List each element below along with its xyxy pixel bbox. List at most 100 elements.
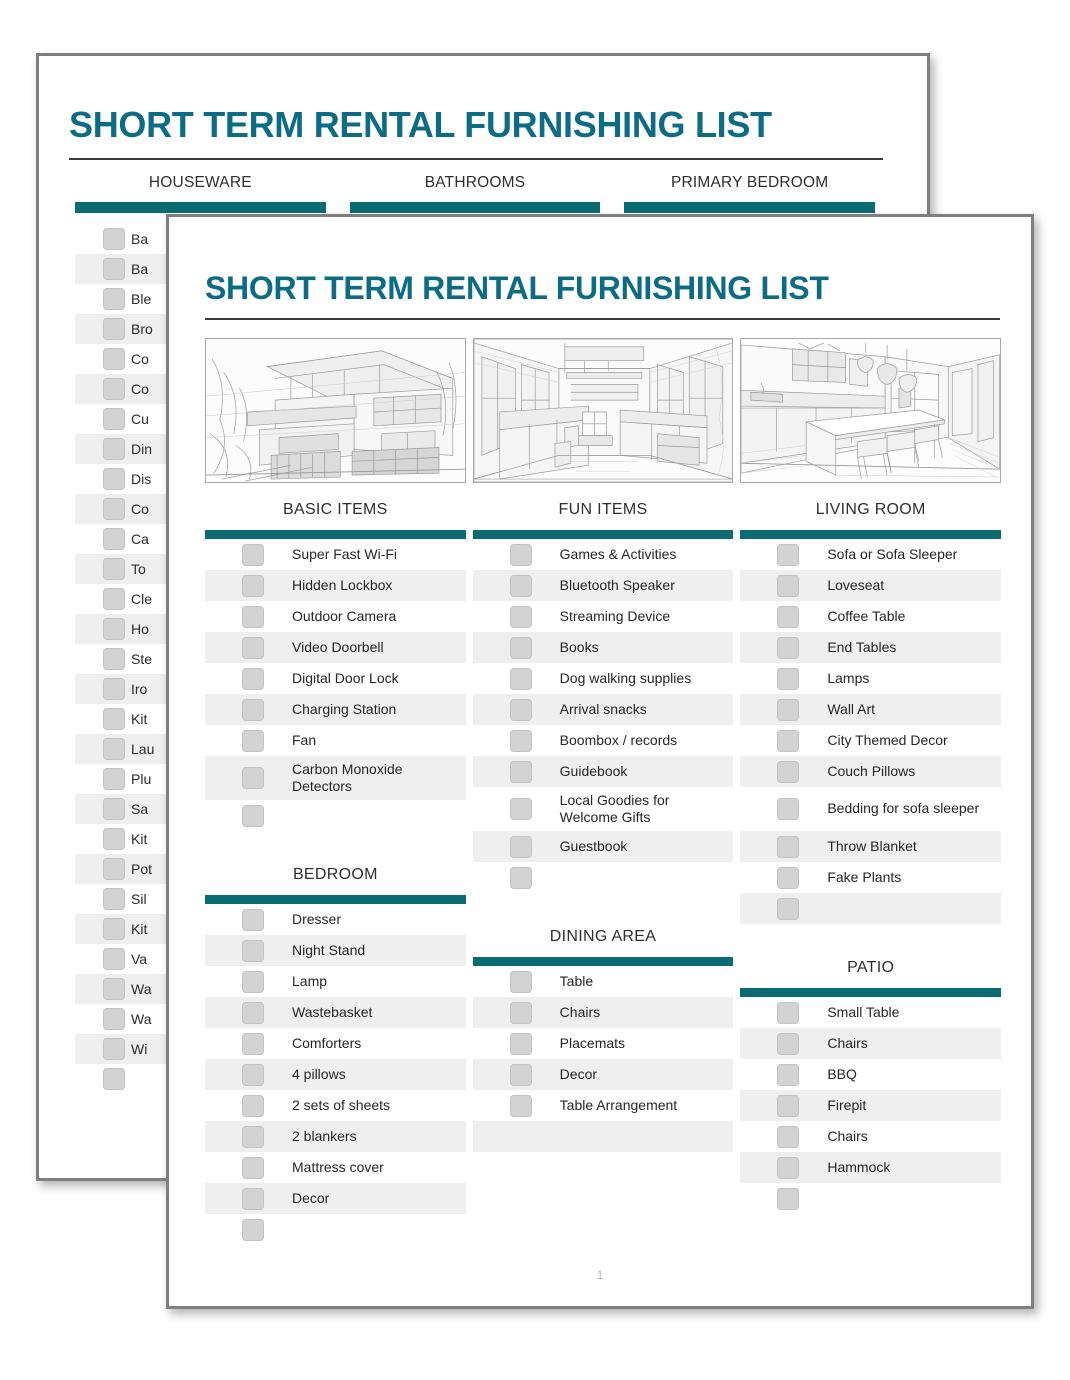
- checklist-row[interactable]: 2 blankers: [205, 1121, 466, 1152]
- checklist-row[interactable]: BBQ: [740, 1059, 1001, 1090]
- checkbox[interactable]: [103, 618, 125, 640]
- checkbox[interactable]: [242, 1218, 264, 1241]
- checklist-row[interactable]: 2 sets of sheets: [205, 1090, 466, 1121]
- checklist-row[interactable]: Chairs: [740, 1121, 1001, 1152]
- checkbox[interactable]: [509, 605, 532, 628]
- checklist-row[interactable]: Guestbook: [472, 831, 734, 862]
- checklist-row[interactable]: Night Stand: [205, 935, 466, 966]
- checklist-row[interactable]: Boombox / records: [473, 725, 734, 756]
- checklist-row[interactable]: End Tables: [740, 632, 1002, 663]
- checkbox[interactable]: [777, 605, 800, 628]
- checkbox[interactable]: [103, 408, 125, 430]
- checkbox[interactable]: [777, 760, 800, 783]
- checklist-row[interactable]: Chairs: [472, 997, 734, 1028]
- checkbox[interactable]: [242, 574, 264, 597]
- checkbox[interactable]: [103, 678, 125, 700]
- checkbox[interactable]: [103, 1068, 125, 1090]
- checkbox[interactable]: [103, 318, 125, 340]
- checkbox[interactable]: [242, 729, 264, 752]
- checkbox[interactable]: [242, 1187, 264, 1210]
- checkbox[interactable]: [509, 698, 532, 721]
- checkbox[interactable]: [777, 1187, 800, 1210]
- checkbox[interactable]: [242, 804, 264, 827]
- checklist-row[interactable]: Small Table: [740, 997, 1001, 1028]
- checkbox[interactable]: [509, 667, 532, 690]
- checkbox[interactable]: [777, 1032, 800, 1055]
- checklist-row[interactable]: Hidden Lockbox: [205, 570, 466, 601]
- checklist-row[interactable]: Streaming Device: [473, 601, 734, 632]
- checkbox[interactable]: [103, 348, 125, 370]
- checkbox[interactable]: [777, 698, 800, 721]
- checklist-row[interactable]: Games & Activities: [473, 539, 734, 570]
- checkbox[interactable]: [242, 1094, 264, 1117]
- checkbox[interactable]: [242, 908, 264, 931]
- checkbox[interactable]: [103, 768, 125, 790]
- checklist-row[interactable]: 4 pillows: [205, 1059, 466, 1090]
- checkbox[interactable]: [509, 835, 532, 858]
- checklist-row[interactable]: Coffee Table: [740, 601, 1001, 632]
- checkbox[interactable]: [242, 970, 264, 993]
- checklist-row[interactable]: Dog walking supplies: [473, 663, 734, 694]
- checklist-row[interactable]: [205, 1214, 466, 1245]
- checkbox[interactable]: [777, 897, 800, 920]
- checkbox[interactable]: [103, 738, 125, 760]
- checkbox[interactable]: [509, 1094, 532, 1117]
- checkbox[interactable]: [103, 558, 125, 580]
- checkbox[interactable]: [242, 698, 264, 721]
- checkbox[interactable]: [103, 1008, 125, 1030]
- checklist-row[interactable]: Wall Art: [740, 694, 1002, 725]
- checkbox[interactable]: [242, 1156, 264, 1179]
- checklist-row[interactable]: Dresser: [205, 904, 466, 935]
- checkbox[interactable]: [509, 1001, 532, 1024]
- checklist-row[interactable]: [740, 893, 1002, 924]
- checkbox[interactable]: [777, 1063, 800, 1086]
- checkbox[interactable]: [242, 1001, 264, 1024]
- checklist-row[interactable]: Throw Blanket: [740, 831, 1002, 862]
- front-page-sheet[interactable]: SHORT TERM RENTAL FURNISHING LIST BASIC …: [166, 214, 1034, 1309]
- checklist-row[interactable]: [205, 800, 466, 831]
- checkbox[interactable]: [242, 939, 264, 962]
- checkbox[interactable]: [103, 708, 125, 730]
- checkbox[interactable]: [103, 438, 125, 460]
- checkbox[interactable]: [242, 1125, 264, 1148]
- checkbox[interactable]: [777, 729, 800, 752]
- checklist-row[interactable]: Charging Station: [205, 694, 466, 725]
- checkbox[interactable]: [509, 798, 532, 820]
- checkbox[interactable]: [242, 636, 264, 659]
- checkbox[interactable]: [777, 543, 800, 566]
- checklist-row[interactable]: Chairs: [740, 1028, 1002, 1059]
- checklist-row[interactable]: Mattress cover: [205, 1152, 466, 1183]
- checklist-row[interactable]: Fake Plants: [740, 862, 1001, 893]
- checklist-row[interactable]: Digital Door Lock: [205, 663, 466, 694]
- checkbox[interactable]: [509, 760, 532, 783]
- checklist-row-empty[interactable]: [472, 1121, 734, 1152]
- checkbox[interactable]: [103, 228, 125, 250]
- checklist-row[interactable]: Bedding for sofa sleeper: [740, 787, 1001, 831]
- checklist-row[interactable]: Decor: [205, 1183, 466, 1214]
- checklist-row[interactable]: Local Goodies for Welcome Gifts: [473, 787, 734, 831]
- checkbox[interactable]: [777, 636, 800, 659]
- checklist-row[interactable]: Decor: [472, 1059, 734, 1090]
- checkbox[interactable]: [509, 1063, 532, 1086]
- checkbox[interactable]: [103, 648, 125, 670]
- checkbox[interactable]: [242, 1063, 264, 1086]
- checkbox[interactable]: [103, 828, 125, 850]
- checklist-row[interactable]: Firepit: [740, 1090, 1002, 1121]
- checkbox[interactable]: [777, 1001, 800, 1024]
- checklist-row[interactable]: Wastebasket: [205, 997, 466, 1028]
- checklist-row[interactable]: Placemats: [473, 1028, 734, 1059]
- checkbox[interactable]: [509, 1032, 532, 1055]
- checklist-row[interactable]: Table Arrangement: [473, 1090, 734, 1121]
- checklist-row[interactable]: [740, 1183, 1001, 1214]
- checkbox[interactable]: [242, 605, 264, 628]
- checkbox[interactable]: [103, 978, 125, 1000]
- checklist-row[interactable]: Fan: [205, 725, 466, 756]
- checklist-row[interactable]: Couch Pillows: [740, 756, 1002, 787]
- checkbox[interactable]: [509, 970, 532, 993]
- checkbox[interactable]: [242, 543, 264, 566]
- checklist-row[interactable]: Loveseat: [740, 570, 1002, 601]
- checkbox[interactable]: [103, 798, 125, 820]
- checkbox[interactable]: [777, 835, 800, 858]
- checklist-row[interactable]: Books: [472, 632, 734, 663]
- checkbox[interactable]: [103, 288, 125, 310]
